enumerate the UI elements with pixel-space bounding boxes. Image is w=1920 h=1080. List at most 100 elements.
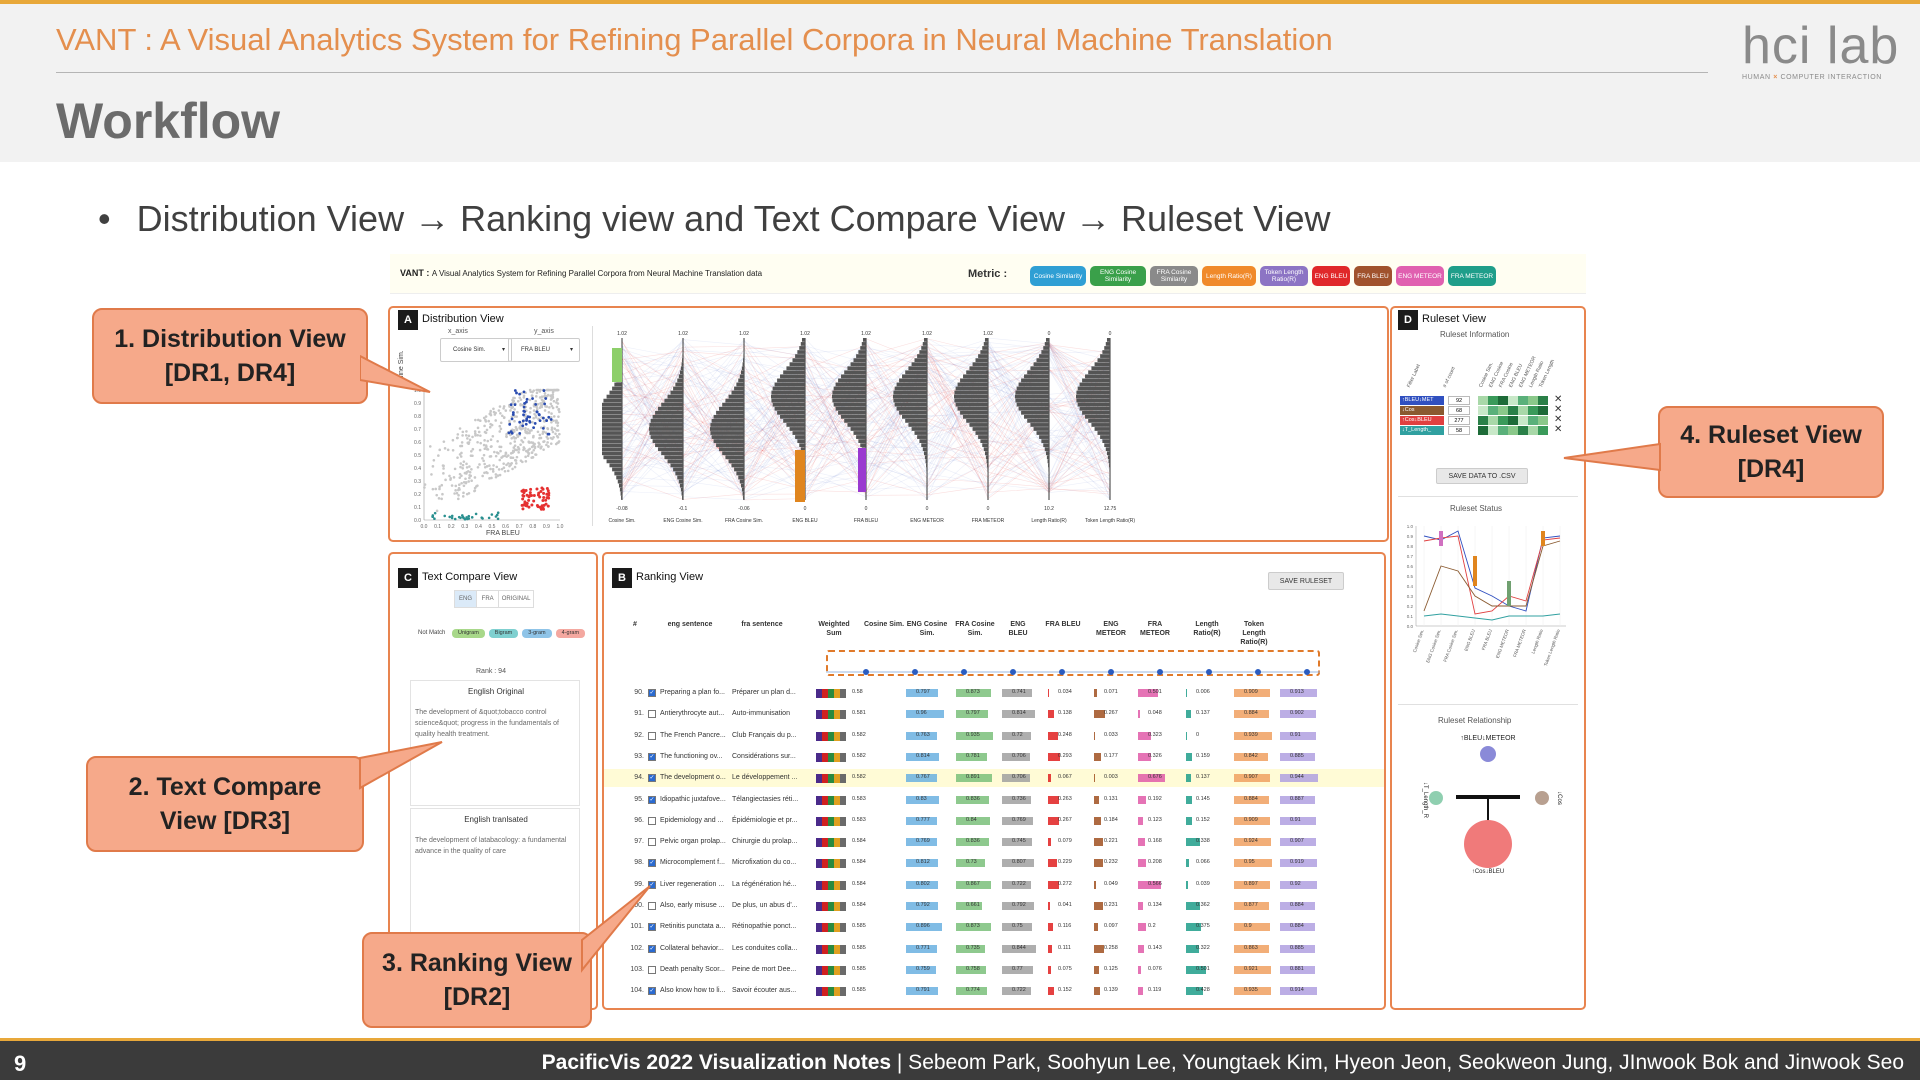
save-csv-button[interactable]: SAVE DATA TO .CSV <box>1436 468 1528 484</box>
row-checkbox[interactable] <box>648 816 656 825</box>
scatter-point <box>542 430 546 434</box>
pc-histogram-bar <box>681 491 683 496</box>
metric-value: 0.92 <box>1290 880 1301 887</box>
metric-chip[interactable]: Token Length Ratio(R) <box>1260 266 1308 286</box>
ranking-header: Token Length Ratio(R) <box>1240 621 1268 646</box>
status-x-label: Length Ratio <box>1531 628 1545 654</box>
weighted-sum-segment <box>840 965 846 975</box>
pc-histogram-bar <box>972 362 988 367</box>
pc-histogram-bar <box>741 366 744 371</box>
slider-handle[interactable] <box>961 669 967 675</box>
table-row: 102. ✓ Collateral behavior... Les conduites… <box>604 940 1384 958</box>
row-checkbox[interactable]: ✓ <box>648 752 656 761</box>
row-checkbox[interactable]: ✓ <box>648 774 656 783</box>
metric-chip[interactable]: FRA METEOR <box>1448 266 1496 286</box>
ranking-header: FRA BLEU <box>1045 621 1081 628</box>
tab-fra[interactable]: FRA <box>477 591 500 607</box>
scatter-point <box>506 469 510 473</box>
scatter-point <box>441 464 445 467</box>
row-checkbox[interactable] <box>648 710 656 719</box>
pc-histogram-bar <box>1021 410 1049 415</box>
weight-sliders[interactable] <box>826 666 1386 678</box>
header-divider <box>56 72 1708 73</box>
scatter-point-selected <box>544 498 548 502</box>
pc-histogram-bar <box>894 386 927 391</box>
metric-bar <box>1186 816 1193 825</box>
metric-value: 0.159 <box>1196 752 1210 759</box>
pc-histogram-bar <box>921 346 927 350</box>
row-checkbox[interactable] <box>648 731 656 740</box>
pc-histogram-bar <box>716 410 744 415</box>
scatter-point <box>428 445 432 448</box>
pc-axis-top: 1.02 <box>617 331 627 337</box>
row-checkbox[interactable]: ✓ <box>648 795 656 804</box>
original-text: The development of &quot;tobacco control… <box>415 709 559 738</box>
metric-bar <box>1048 944 1053 953</box>
tab-eng[interactable]: ENG <box>455 591 478 607</box>
metric-chip[interactable]: ENG METEOR <box>1396 266 1444 286</box>
metric-value: 0.583 <box>852 816 866 823</box>
eng-sentence: The French Pancre... <box>660 731 726 739</box>
slider-handle[interactable] <box>1059 669 1065 675</box>
scatter-point <box>489 467 492 471</box>
scatter-point <box>505 432 508 436</box>
slider-handle[interactable] <box>1108 669 1114 675</box>
slider-handle[interactable] <box>1157 669 1163 675</box>
pc-histogram-bar <box>1088 419 1110 423</box>
save-ruleset-button[interactable]: SAVE RULESET <box>1268 572 1344 590</box>
scatter-point <box>515 455 519 459</box>
scatter-point <box>515 428 519 432</box>
metric-chip[interactable]: ENG BLEU <box>1312 266 1350 286</box>
scatter-point <box>486 471 489 475</box>
pc-axis-top: 1.02 <box>800 331 810 337</box>
row-checkbox[interactable] <box>648 838 656 847</box>
pc-axis-label: ENG METEOR <box>910 518 944 524</box>
scatter-point <box>494 411 497 415</box>
pc-histogram-bar <box>1076 398 1110 403</box>
metric-bar <box>1138 944 1144 953</box>
pc-histogram-bar <box>987 467 988 472</box>
pc-histogram-bar <box>841 414 866 419</box>
scatter-point <box>450 484 454 487</box>
status-y-tick: 0.3 <box>1407 594 1414 599</box>
metric-chip[interactable]: FRA BLEU <box>1354 266 1392 286</box>
slider-handle[interactable] <box>1255 669 1261 675</box>
metric-chip[interactable]: Length Ratio(R) <box>1202 266 1256 286</box>
slider-handle[interactable] <box>1304 669 1310 675</box>
scatter-point <box>460 441 464 444</box>
metric-chip[interactable]: ENG Cosine Similarity <box>1090 266 1146 286</box>
metric-chip[interactable]: Cosine Similarity <box>1030 266 1086 286</box>
pc-histogram-bar <box>722 402 744 407</box>
metric-value: 0.661 <box>966 902 980 908</box>
pc-histogram-bar <box>602 402 622 407</box>
row-checkbox[interactable]: ✓ <box>648 987 656 996</box>
slider-handle[interactable] <box>912 669 918 675</box>
scatter-point <box>488 425 492 429</box>
metric-bar <box>1186 689 1187 697</box>
pc-histogram-bar <box>795 435 805 439</box>
pc-histogram-bar <box>682 358 683 362</box>
slider-handle[interactable] <box>1206 669 1212 675</box>
row-checkbox[interactable]: ✓ <box>648 689 656 697</box>
row-checkbox[interactable]: ✓ <box>648 859 656 868</box>
metric-chip[interactable]: FRA Cosine Similarity <box>1150 266 1198 286</box>
callout-text: 4. Ruleset View [DR4] <box>1680 421 1862 483</box>
pc-histogram-bar <box>792 358 805 362</box>
scatter-point <box>465 466 469 469</box>
metric-value: 0.867 <box>966 880 980 887</box>
tab-original[interactable]: ORIGINAL <box>499 591 533 607</box>
metric-value: 0.836 <box>966 838 980 845</box>
fra-sentence: Préparer un plan d... <box>732 689 796 696</box>
metric-value: 0.229 <box>1058 859 1072 866</box>
scatter-point <box>467 442 470 446</box>
metric-value: 0.293 <box>1058 752 1072 759</box>
slider-handle[interactable] <box>1010 669 1016 675</box>
pc-histogram-bar <box>649 427 683 431</box>
app-title: VANT : A Visual Analytics System for Ref… <box>400 268 762 278</box>
scatter-point <box>497 452 500 455</box>
slider-handle[interactable] <box>863 669 869 675</box>
ranking-header: eng sentence <box>667 621 713 628</box>
y-axis-select[interactable]: FRA BLEU ▾ <box>508 338 580 362</box>
scatter-point <box>470 467 473 471</box>
status-y-tick: 0.9 <box>1407 534 1414 539</box>
